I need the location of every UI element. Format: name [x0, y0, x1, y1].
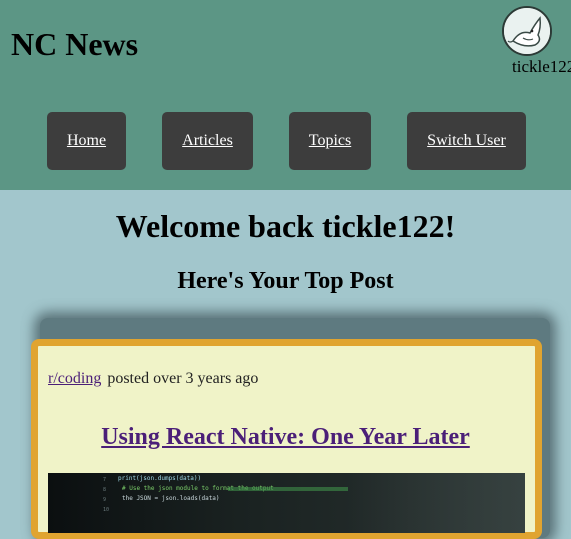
- post-title-link[interactable]: Using React Native: One Year Later: [0, 424, 571, 451]
- image-code-line: the JSON = json.loads(data): [122, 495, 220, 502]
- site-header: NC News tickle122 Home Articles Topics S…: [0, 0, 571, 190]
- post-image[interactable]: print(json.dumps(data)) # Use the json m…: [48, 473, 525, 533]
- nav-home-button[interactable]: Home: [47, 112, 126, 170]
- top-post-heading: Here's Your Top Post: [177, 268, 394, 294]
- post-date: posted over 3 years ago: [107, 370, 259, 387]
- image-blur: [348, 473, 525, 533]
- line-numbers: 7 8 9 10: [103, 477, 110, 513]
- welcome-heading: Welcome back tickle122!: [115, 208, 456, 244]
- bird-avatar-icon: [504, 8, 550, 54]
- nav-topics-button[interactable]: Topics: [289, 112, 371, 170]
- code-highlight: [228, 487, 348, 491]
- nav-articles-button[interactable]: Articles: [162, 112, 253, 170]
- topic-link[interactable]: r/coding: [48, 370, 101, 387]
- image-code-line: print(json.dumps(data)): [118, 475, 202, 482]
- user-avatar[interactable]: [502, 6, 552, 56]
- post-meta: r/coding posted over 3 years ago: [48, 370, 258, 388]
- nav-switch-user-button[interactable]: Switch User: [407, 112, 526, 170]
- username-label[interactable]: tickle122: [512, 57, 571, 77]
- site-title[interactable]: NC News: [11, 26, 138, 63]
